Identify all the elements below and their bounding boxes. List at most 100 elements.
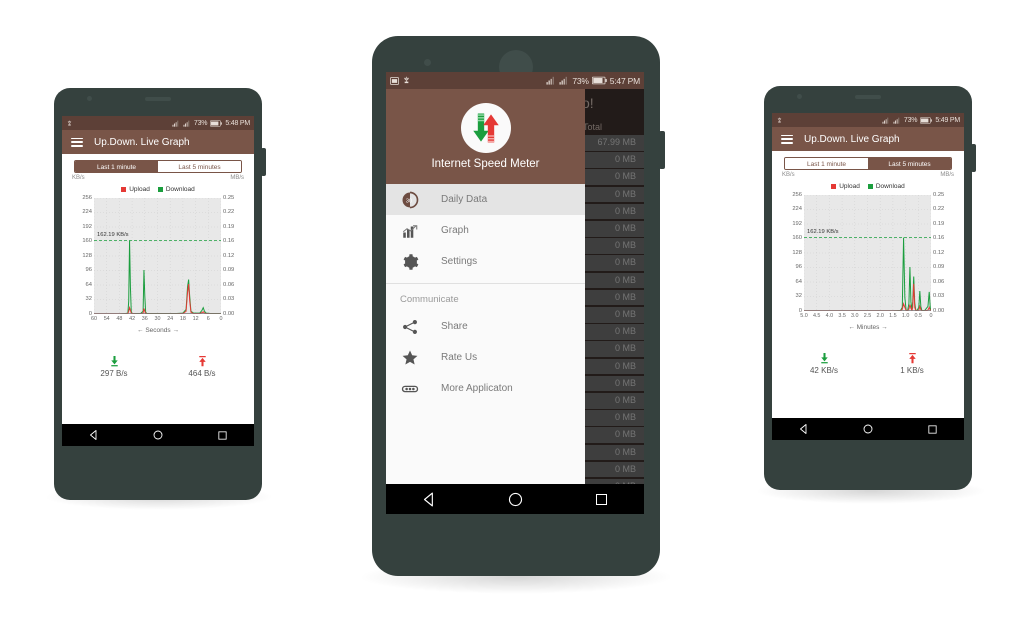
status-bar-left-icons (390, 76, 411, 85)
y-axis-tick-left: 256 (82, 194, 92, 201)
center-phone-device: 73% 5:47 PM Pro! Total 67.99 MB0 MB0 MB0… (372, 36, 665, 576)
right-phone-front-camera (797, 94, 802, 99)
time-range-tabs[interactable]: Last 1 minute Last 5 minutes (784, 157, 952, 170)
app-bar: Up.Down. Live Graph (62, 130, 254, 154)
chart-svg (804, 195, 931, 311)
back-icon[interactable] (798, 423, 810, 435)
legend-swatch-upload (831, 184, 837, 189)
download-total: 42 KB/s (780, 353, 868, 375)
battery-percent: 73% (193, 119, 208, 127)
navigation-drawer: Internet Speed Meter 30 Daily Data Graph… (386, 89, 585, 514)
left-phone-device: 73% 5:48 PM Up.Down. Live Graph Last 1 m… (54, 88, 266, 500)
right-phone-earpiece (855, 95, 881, 99)
right-phone-power-button[interactable] (971, 144, 976, 172)
legend-item-upload: Upload (831, 183, 860, 190)
bar-chart-icon (400, 221, 419, 240)
status-bar-clock: 5:48 PM (225, 119, 250, 127)
drawer-label-more-application: More Applicaton (441, 383, 513, 394)
signal-icon-2 (183, 120, 190, 127)
tab-last-1-minute[interactable]: Last 1 minute (75, 161, 158, 172)
y-axis-tick-right: 0.12 (223, 252, 235, 259)
left-phone-earpiece (145, 97, 171, 101)
legend-swatch-download (157, 187, 163, 192)
status-bar-left-icons (66, 120, 73, 127)
legend-label-download: Download (165, 186, 195, 193)
gear-icon (400, 252, 419, 271)
y-axis-tick-left: 32 (85, 296, 92, 303)
y-axis-left-unit: KB/s (72, 175, 85, 181)
svg-text:30: 30 (405, 198, 411, 204)
y-axis-tick-right: 0.03 (223, 296, 235, 303)
drawer-header: Internet Speed Meter (386, 89, 585, 184)
upload-total-value: 1 KB/s (900, 366, 924, 375)
tab-last-5-minutes[interactable]: Last 5 minutes (158, 161, 241, 172)
y-axis-tick-right: 0.25 (223, 194, 235, 201)
y-axis-tick-left: 224 (792, 206, 802, 213)
drawer-item-share[interactable]: Share (386, 311, 585, 342)
y-axis-tick-left: 160 (82, 238, 92, 245)
status-bar-right-icons: 73% 5:48 PM (172, 120, 250, 127)
y-axis-tick-left: 128 (82, 252, 92, 259)
x-axis-tick: 0 (929, 312, 933, 319)
drawer-label-settings: Settings (441, 256, 478, 267)
x-axis-label: ← Seconds → (137, 327, 179, 334)
drawer-item-daily-data[interactable]: 30 Daily Data (386, 184, 585, 215)
sdcard-icon (390, 76, 399, 85)
signal-icon-2 (893, 117, 900, 124)
y-axis-tick-right: 0.09 (223, 267, 235, 274)
home-icon[interactable] (862, 423, 874, 435)
recents-icon[interactable] (217, 430, 228, 441)
status-bar-clock: 5:47 PM (609, 75, 640, 86)
y-axis-left-unit: KB/s (782, 172, 795, 178)
drawer-label-daily-data: Daily Data (441, 194, 488, 205)
tab-last-5-minutes[interactable]: Last 5 minutes (868, 158, 951, 169)
x-axis-label: ← Minutes → (848, 324, 888, 331)
y-axis-tick-right: 0.06 (933, 278, 945, 285)
drawer-item-settings[interactable]: Settings (386, 246, 585, 277)
left-phone-screen: 73% 5:48 PM Up.Down. Live Graph Last 1 m… (62, 116, 254, 446)
home-icon[interactable] (507, 491, 524, 508)
legend-swatch-download (867, 184, 873, 189)
y-axis-tick-left: 96 (795, 264, 802, 271)
drawer-item-graph[interactable]: Graph (386, 215, 585, 246)
live-graph-chart: KB/s MB/s Upload Download 256 224 192 16… (70, 175, 246, 350)
recents-icon[interactable] (594, 492, 609, 507)
battery-percent: 73% (572, 75, 589, 86)
drawer-item-rate-us[interactable]: Rate Us (386, 342, 585, 373)
battery-icon (210, 120, 223, 127)
status-bar-clock: 5:49 PM (935, 116, 960, 124)
y-axis-tick-right: 0.16 (223, 238, 235, 245)
upload-arrow-icon (908, 353, 916, 364)
hamburger-icon[interactable] (781, 134, 793, 144)
right-phone-screen: 73% 5:49 PM Up.Down. Live Graph Last 1 m… (772, 113, 964, 440)
drawer-item-more-application[interactable]: More Applicaton (386, 373, 585, 404)
y-axis-tick-left: 192 (792, 220, 802, 227)
left-phone-power-button[interactable] (261, 148, 266, 176)
time-range-tabs[interactable]: Last 1 minute Last 5 minutes (74, 160, 242, 173)
download-arrow-icon (820, 353, 828, 364)
battery-icon (920, 117, 933, 124)
chart-legend: Upload Download (780, 183, 956, 190)
signal-icon (882, 117, 889, 124)
right-phone-device: 73% 5:49 PM Up.Down. Live Graph Last 1 m… (764, 86, 976, 490)
recents-icon[interactable] (927, 424, 938, 435)
tab-last-1-minute[interactable]: Last 1 minute (785, 158, 868, 169)
legend-label-download: Download (875, 183, 905, 190)
status-bar-right-icons: 73% 5:49 PM (882, 117, 960, 124)
more-apps-icon (400, 379, 419, 398)
graph-screen-body: Last 1 minute Last 5 minutes KB/s MB/s U… (772, 151, 964, 440)
home-icon[interactable] (152, 429, 164, 441)
download-arrow-icon (110, 356, 118, 367)
live-graph-chart: KB/s MB/s Upload Download 256 224 192 16… (780, 172, 956, 347)
center-phone-power-button[interactable] (659, 131, 665, 169)
peak-value-label: 162.19 KB/s (97, 231, 129, 238)
signal-icon-2 (559, 76, 568, 85)
back-icon[interactable] (421, 491, 438, 508)
signal-icon (546, 76, 555, 85)
signal-icon (172, 120, 179, 127)
back-icon[interactable] (88, 429, 100, 441)
hamburger-icon[interactable] (71, 137, 83, 147)
y-axis-tick-left: 64 (85, 281, 92, 288)
y-axis-tick-right: 0.22 (223, 209, 235, 216)
usb-debug-icon (404, 76, 409, 84)
